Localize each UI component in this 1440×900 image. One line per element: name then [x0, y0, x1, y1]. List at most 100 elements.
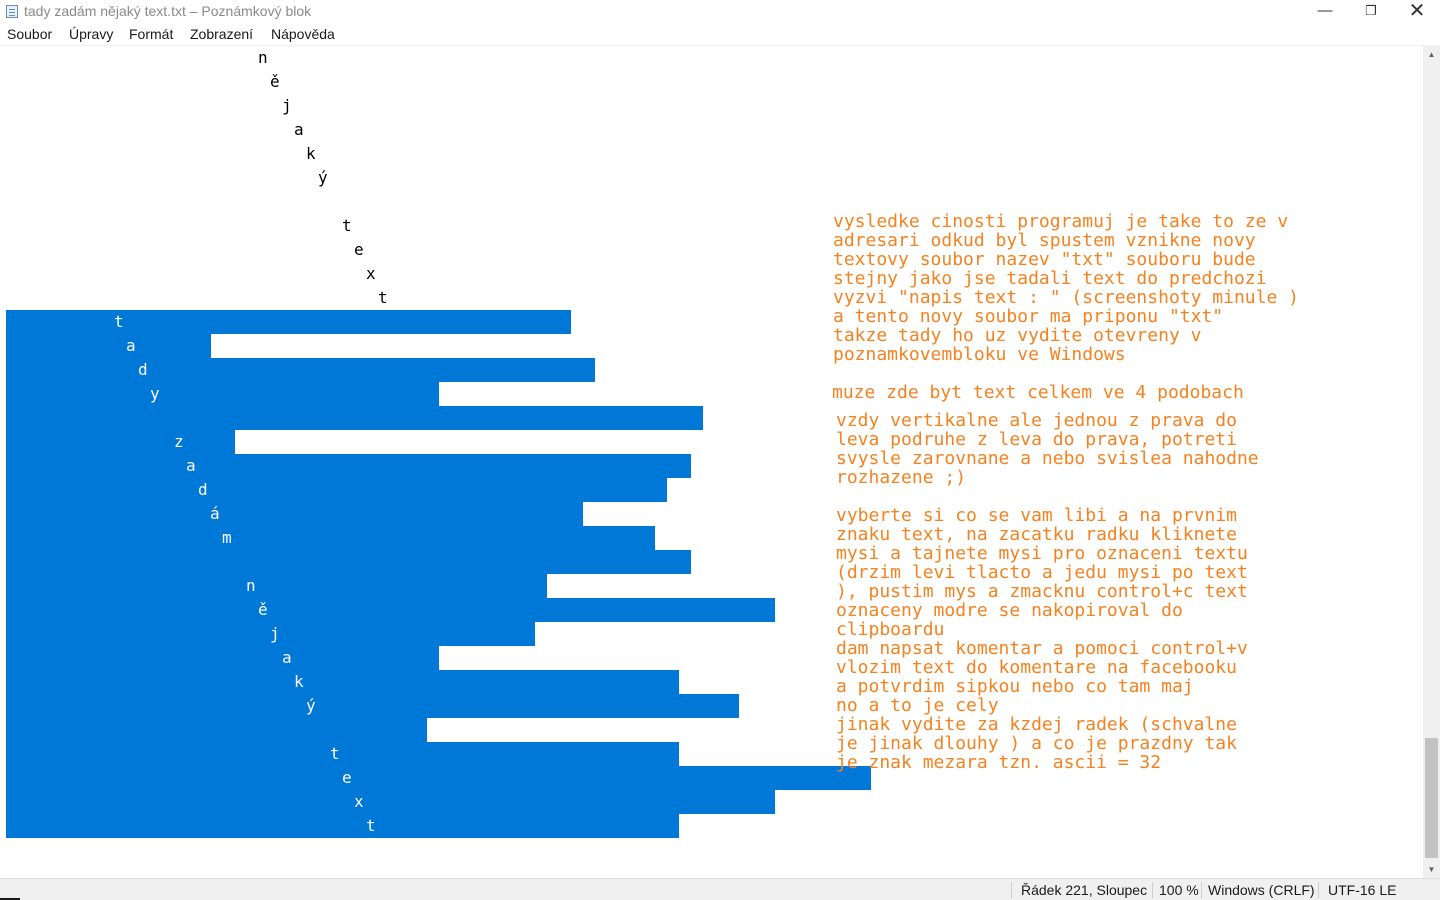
annotation-line: mysi a tajnete mysi pro oznaceni textu	[836, 543, 1248, 564]
annotation-line: je jinak dlouhy ) a co je prazdny tak	[836, 733, 1237, 754]
selected-line-highlight	[6, 814, 679, 838]
annotation-line: clipboardu	[836, 619, 945, 640]
selected-line-highlight	[6, 526, 655, 550]
upper-diagonal-char: e	[354, 240, 364, 259]
annotation-line: (drzim levi tlacto a jedu mysi po text	[836, 562, 1248, 583]
close-button[interactable]: ✕	[1394, 0, 1440, 24]
annotation-line: vysledke cinosti programuj je take to ze…	[833, 211, 1289, 232]
selected-line-highlight	[6, 334, 211, 358]
selected-line-highlight	[6, 670, 679, 694]
maximize-button[interactable]: ❐	[1348, 0, 1394, 24]
selected-diagonal-char: m	[222, 528, 232, 547]
annotation-line: poznamkovembloku ve Windows	[833, 344, 1126, 365]
menu-soubor[interactable]: Soubor	[7, 26, 52, 42]
annotation-line: vyberte si co se vam libi a na prvnim	[836, 505, 1237, 526]
annotation-line: vzdy vertikalne ale jednou z prava do	[836, 410, 1237, 431]
selected-line-highlight	[6, 550, 691, 574]
status-cursor-position: Řádek 221, Sloupec 1	[1021, 882, 1150, 898]
selected-diagonal-char: a	[126, 336, 136, 355]
minimize-button[interactable]: —	[1302, 0, 1348, 24]
selected-line-highlight	[6, 598, 775, 622]
annotation-line: vlozim text do komentare na facebooku	[836, 657, 1237, 678]
selected-diagonal-char: y	[150, 384, 160, 403]
selected-diagonal-char: t	[366, 816, 376, 835]
selected-diagonal-char: t	[114, 312, 124, 331]
annotation-line: jinak vydite za kzdej radek (schvalne	[836, 714, 1237, 735]
selected-line-highlight	[6, 430, 235, 454]
status-zoom: 100 %	[1159, 882, 1199, 898]
selected-line-highlight	[6, 766, 871, 790]
selected-diagonal-char: j	[270, 624, 280, 643]
menu-upravy[interactable]: Úpravy	[69, 26, 113, 42]
annotation-line: ), pustim mys a zmacknu control+c text	[836, 581, 1248, 602]
annotation-line: stejny jako jse tadali text do predchozi	[833, 268, 1267, 289]
selected-diagonal-char: z	[174, 432, 184, 451]
annotation-line: textovy soubor nazev "txt" souboru bude	[833, 249, 1256, 270]
upper-diagonal-char: ý	[318, 168, 328, 187]
upper-diagonal-char: x	[366, 264, 376, 283]
menu-format[interactable]: Formát	[129, 26, 173, 42]
status-divider	[1318, 882, 1319, 898]
window-title: tady zadám nějaký text.txt – Poznámkový …	[24, 3, 312, 19]
selected-diagonal-char: d	[138, 360, 148, 379]
menu-bar: Soubor Úpravy Formát Zobrazení Nápověda	[0, 24, 1440, 45]
status-divider	[1152, 882, 1153, 898]
notepad-icon	[6, 5, 18, 18]
upper-diagonal-char: ě	[270, 72, 280, 91]
annotation-line: a potvrdim sipkou nebo co tam maj	[836, 676, 1194, 697]
upper-diagonal-char: k	[306, 144, 316, 163]
status-line-ending: Windows (CRLF)	[1208, 882, 1315, 898]
selected-diagonal-char: ý	[306, 696, 316, 715]
annotation-line: oznaceny modre se nakopiroval do	[836, 600, 1183, 621]
selected-line-highlight	[6, 646, 439, 670]
selected-line-highlight	[6, 694, 739, 718]
selected-line-highlight	[6, 574, 547, 598]
menu-napoveda[interactable]: Nápověda	[271, 26, 335, 42]
selected-line-highlight	[6, 790, 775, 814]
annotation-line: vyzvi "napis text : " (screenshoty minul…	[833, 287, 1299, 308]
annotation-line: muze zde byt text celkem ve 4 podobach	[832, 382, 1244, 403]
annotation-line: dam napsat komentar a pomoci control+v	[836, 638, 1248, 659]
annotation-line: leva podruhe z leva do prava, potreti	[836, 429, 1237, 450]
annotation-line: rozhazene ;)	[836, 467, 967, 488]
status-divider	[1011, 882, 1012, 898]
selected-diagonal-char: k	[294, 672, 304, 691]
selected-diagonal-char: ě	[258, 600, 268, 619]
title-bar: tady zadám nějaký text.txt – Poznámkový …	[0, 0, 1440, 24]
annotation-line: svysle zarovnane a nebo svislea nahodne	[836, 448, 1259, 469]
selected-line-highlight	[6, 310, 571, 334]
annotation-line: znaku text, na zacatku radku kliknete	[836, 524, 1237, 545]
selected-line-highlight	[6, 718, 427, 742]
text-editor[interactable]: nějakýtext tadyzadámnějakýtext vysledke …	[0, 46, 1423, 878]
selected-line-highlight	[6, 358, 595, 382]
selected-line-highlight	[6, 454, 691, 478]
status-divider	[1201, 882, 1202, 898]
upper-diagonal-char: j	[282, 96, 292, 115]
selected-line-highlight	[6, 478, 667, 502]
vertical-scrollbar[interactable]: ▲ ▼	[1423, 46, 1440, 878]
annotation-line: a tento novy soubor ma priponu "txt"	[833, 306, 1224, 327]
selected-line-highlight	[6, 742, 679, 766]
annotation-line: no a to je cely	[836, 695, 999, 716]
selected-diagonal-char: x	[354, 792, 364, 811]
upper-diagonal-char: n	[258, 48, 268, 67]
selected-diagonal-char: e	[342, 768, 352, 787]
selected-line-highlight	[6, 502, 583, 526]
scroll-thumb[interactable]	[1425, 738, 1438, 858]
selected-line-highlight	[6, 382, 439, 406]
scroll-up-arrow-icon[interactable]: ▲	[1423, 46, 1440, 63]
menu-zobrazeni[interactable]: Zobrazení	[190, 26, 253, 42]
annotation-line: je znak mezara tzn. ascii = 32	[836, 752, 1162, 773]
status-encoding: UTF-16 LE	[1328, 882, 1397, 898]
upper-diagonal-char: a	[294, 120, 304, 139]
scroll-down-arrow-icon[interactable]: ▼	[1423, 861, 1440, 878]
selected-diagonal-char: a	[186, 456, 196, 475]
selected-line-highlight	[6, 406, 703, 430]
selected-diagonal-char: a	[282, 648, 292, 667]
status-bar: Řádek 221, Sloupec 1 100 % Windows (CRLF…	[0, 878, 1440, 900]
selected-diagonal-char: á	[210, 504, 220, 523]
selected-diagonal-char: d	[198, 480, 208, 499]
annotation-line: takze tady ho uz vydite otevreny v	[833, 325, 1202, 346]
upper-diagonal-char: t	[342, 216, 352, 235]
upper-diagonal-char: t	[378, 288, 388, 307]
